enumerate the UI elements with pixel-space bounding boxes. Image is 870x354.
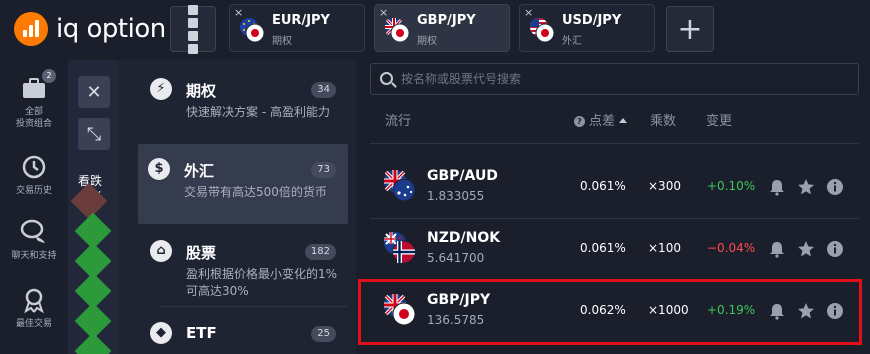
category-description: 盈利根据价格最小变化的1%可高达30% (186, 267, 338, 298)
search-box[interactable] (370, 63, 859, 95)
category-description: 快速解决方案 - 高盈利能力 (186, 105, 330, 119)
asset-multiplier: ×100 (648, 241, 681, 255)
asset-spread: 0.061% (580, 179, 626, 193)
chat-icon (20, 218, 48, 246)
tab-asset-name: EUR/JPY (272, 13, 330, 28)
history-icon (20, 153, 48, 181)
sort-asc-icon (619, 118, 628, 123)
add-tab-button[interactable]: + (666, 6, 714, 52)
collapse-icon: ⤡ (86, 123, 102, 145)
asset-name: GBP/AUD (427, 168, 498, 184)
nav-label: 聊天和支持 (11, 251, 57, 261)
close-icon: ✕ (86, 81, 102, 103)
header-change[interactable]: 变更 (706, 110, 732, 129)
category-description: 交易带有高达500倍的货币 (184, 185, 327, 199)
asset-spread: 0.061% (580, 241, 626, 255)
portfolio-badge: 2 (42, 69, 56, 83)
plus-icon: + (677, 11, 703, 47)
header-multiplier[interactable]: 乘数 (650, 110, 676, 129)
asset-row-nzdnok[interactable]: NZD/NOK 5.641700 0.061% ×100 −0.04% (370, 218, 859, 280)
tab-asset-name: GBP/JPY (417, 13, 476, 28)
asset-row-gbpaud[interactable]: GBP/AUD 1.833055 0.061% ×300 +0.10% (370, 156, 859, 218)
header-spread[interactable]: ? 点差 (574, 110, 628, 129)
star-icon[interactable] (797, 240, 815, 258)
logo-text: iq option (56, 14, 166, 44)
list-header: 流行 ? 点差 乘数 变更 (356, 110, 870, 130)
asset-change: −0.04% (707, 241, 756, 255)
category-etf[interactable]: ◆ ETF 25 (140, 308, 348, 354)
category-title: 股票 (186, 244, 217, 262)
asset-grid-button[interactable] (170, 4, 216, 54)
category-forex[interactable]: $ 外汇 73 交易带有高达500倍的货币 (138, 144, 348, 224)
category-stocks[interactable]: ⌂ 股票 182 盈利根据价格最小变化的1%可高达30% (140, 226, 348, 306)
asset-tab-usdjpy[interactable]: × USD/JPY 外汇 (519, 4, 655, 52)
asset-tab-gbpjpy[interactable]: × GBP/JPY 期权 (374, 4, 510, 52)
tab-asset-name: USD/JPY (562, 13, 622, 28)
asset-name: NZD/NOK (427, 230, 501, 246)
asset-change: +0.10% (707, 179, 756, 193)
chart-strip: ✕ ⤡ 看跌 1% (68, 60, 118, 354)
nav-label: 交易历史 (15, 186, 52, 196)
chart-marker (74, 332, 112, 354)
logo[interactable]: iq option (14, 12, 166, 46)
nav-item-chat[interactable]: 聊天和支持 (0, 218, 68, 262)
nav-label: 全部 投资组合 (15, 107, 52, 129)
bell-icon[interactable] (768, 178, 786, 196)
category-count: 34 (311, 82, 336, 98)
info-icon[interactable] (826, 178, 844, 196)
tab-asset-type: 期权 (417, 36, 437, 47)
gb-au-flag-icon (384, 170, 416, 202)
nav-item-portfolio[interactable]: 2 全部 投资组合 (0, 69, 68, 130)
eu-jp-flag-icon (240, 18, 265, 43)
asset-price: 1.833055 (427, 189, 485, 203)
dollar-icon: $ (148, 158, 170, 180)
gb-jp-flag-icon (385, 18, 410, 43)
category-title: 外汇 (184, 162, 215, 180)
asset-tab-eurjpy[interactable]: × EUR/JPY 期权 (229, 4, 365, 52)
us-jp-flag-icon (530, 18, 555, 43)
nav-item-best-trades[interactable]: 最佳交易 (0, 286, 68, 330)
nav-item-history[interactable]: 交易历史 (0, 153, 68, 197)
header-popular[interactable]: 流行 (385, 110, 411, 129)
cube-icon: ◆ (150, 322, 172, 344)
info-icon[interactable] (826, 240, 844, 258)
close-panel-button[interactable]: ✕ (78, 76, 110, 108)
category-count: 73 (311, 162, 336, 178)
left-sidebar: 2 全部 投资组合 交易历史 聊天和支持 最佳交易 (0, 60, 68, 354)
category-panel: ⚡ 期权 34 快速解决方案 - 高盈利能力 $ 外汇 73 交易带有高达500… (118, 60, 356, 354)
divider (160, 306, 348, 307)
highlight-box (358, 279, 862, 345)
bell-icon[interactable] (768, 240, 786, 258)
portfolio-icon: 2 (20, 69, 56, 102)
lightning-icon: ⚡ (150, 78, 172, 100)
divider (370, 143, 859, 144)
nz-no-flag-icon (384, 232, 416, 264)
best-trades-icon (20, 286, 48, 314)
tab-asset-type: 外汇 (562, 36, 582, 47)
category-count: 182 (304, 244, 336, 260)
asset-price: 5.641700 (427, 251, 485, 265)
info-icon: ? (574, 116, 585, 127)
star-icon[interactable] (797, 178, 815, 196)
category-count: 25 (311, 326, 336, 342)
nav-label: 最佳交易 (15, 319, 52, 329)
search-icon (380, 72, 393, 85)
bank-icon: ⌂ (150, 240, 172, 262)
category-title: ETF (186, 324, 217, 342)
category-options[interactable]: ⚡ 期权 34 快速解决方案 - 高盈利能力 (140, 64, 348, 144)
grid-icon (188, 4, 198, 15)
top-bar: iq option × EUR/JPY 期权 × GBP/JPY 期权 × US… (0, 0, 870, 60)
logo-mark-icon (14, 12, 48, 46)
collapse-button[interactable]: ⤡ (78, 118, 110, 150)
category-title: 期权 (186, 82, 217, 100)
asset-multiplier: ×300 (648, 179, 681, 193)
tab-asset-type: 期权 (272, 36, 292, 47)
search-input[interactable] (401, 68, 841, 90)
